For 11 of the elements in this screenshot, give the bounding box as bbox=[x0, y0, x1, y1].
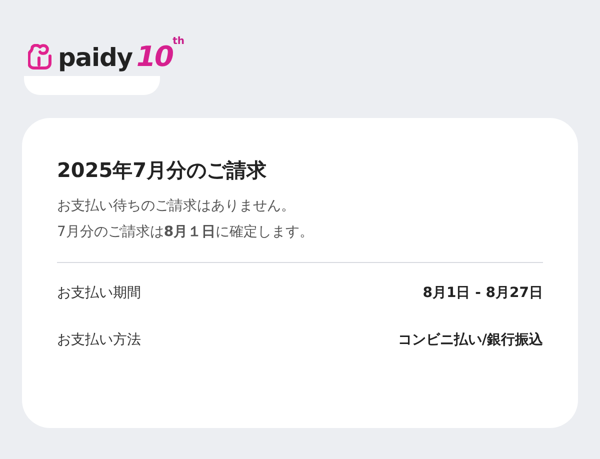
row-label: お支払い方法 bbox=[57, 330, 141, 350]
logo-icon bbox=[28, 44, 52, 70]
row-label: お支払い期間 bbox=[57, 284, 141, 302]
row-value: 8月1日 - 8月27日 bbox=[422, 284, 543, 302]
anniversary-suffix: th bbox=[172, 35, 184, 47]
bill-title: 2025年7月分のご請求 bbox=[57, 157, 268, 184]
brand-name: paidy bbox=[58, 44, 132, 70]
row-value: コンビニ払い/銀行振込 bbox=[398, 330, 543, 350]
bill-message: お支払い待ちのご請求はありません。 bbox=[57, 197, 296, 216]
bill-message: 7月分のご請求は8月１日に確定します。 bbox=[57, 223, 315, 242]
anniversary-number: 10 bbox=[136, 43, 173, 71]
